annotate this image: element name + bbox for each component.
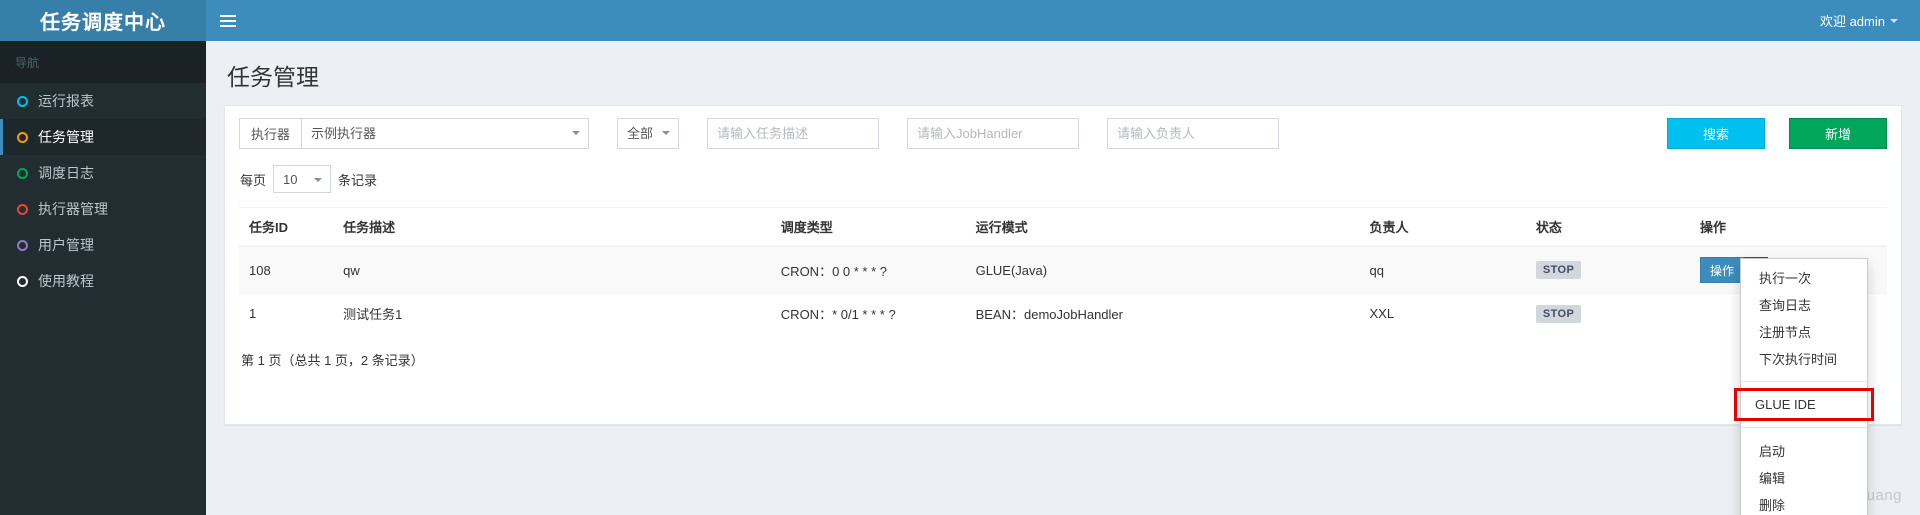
menu-item-next-run-time[interactable]: 下次执行时间 [1741,345,1867,372]
th-operation: 操作 [1689,207,1887,247]
circle-icon [17,239,28,251]
status-badge: STOP [1535,304,1582,323]
menu-divider [1741,427,1867,428]
cell-job-desc: qw [333,245,771,294]
menu-item-run-once[interactable]: 执行一次 [1741,264,1867,291]
sidebar-item-label: 用户管理 [38,237,94,253]
status-badge: STOP [1535,261,1582,279]
cell-job-desc: 测试任务1 [333,293,771,333]
circle-icon [17,95,28,107]
table-row: 108 qw CRON：0 0 * * * ? GLUE(Java) qq ST… [239,245,1887,294]
circle-icon [17,167,28,179]
sidebar: 导航 运行报表 任务管理 调度日志 执行器管理 用户管理 使用教程 [0,41,206,515]
status-select[interactable]: 全部 [617,118,680,149]
per-page-select[interactable]: 10 [273,165,332,193]
glue-ide-highlight-box: GLUE IDE [1734,388,1874,421]
executor-filter-group: 执行器 示例执行器 [239,118,590,149]
page-title: 任务管理 [227,64,319,90]
search-button[interactable]: 搜索 [1667,118,1765,149]
per-page-prefix: 每页 [240,172,267,188]
operation-dropdown-menu: 执行一次 查询日志 注册节点 下次执行时间 GLUE IDE 启动 编辑 删除 … [1734,258,1874,515]
job-desc-input[interactable] [707,118,880,149]
cell-status: STOP [1525,245,1690,294]
jobhandler-input[interactable] [907,118,1080,149]
sidebar-item-user-management[interactable]: 用户管理 [0,227,206,263]
sidebar-item-label: 执行器管理 [38,201,108,217]
menu-item-query-log[interactable]: 查询日志 [1741,291,1867,318]
menu-item-edit[interactable]: 编辑 [1741,464,1867,491]
cell-schedule-type: CRON：* 0/1 * * * ? [770,293,966,333]
menu-item-start[interactable]: 启动 [1741,437,1867,464]
app-logo[interactable]: 任务调度中心 [0,0,206,41]
cell-status: STOP [1525,293,1690,333]
sidebar-item-label: 任务管理 [38,129,94,145]
jobhandler-filter-group [907,118,1080,149]
sidebar-item-job-management[interactable]: 任务管理 [0,119,206,155]
th-schedule-type: 调度类型 [770,207,966,247]
menu-item-register-node[interactable]: 注册节点 [1741,318,1867,345]
per-page-control: 每页 10 条记录 [240,165,1887,193]
pagination-info: 第 1 页（总共 1 页，2 条记录） [241,353,424,368]
executor-select[interactable]: 示例执行器 [301,118,590,149]
th-owner: 负责人 [1359,207,1526,247]
sidebar-item-label: 使用教程 [38,273,94,289]
owner-input[interactable] [1107,118,1280,149]
th-job-desc: 任务描述 [333,207,771,247]
th-job-id: 任务ID [239,207,334,247]
cell-owner: XXL [1359,293,1526,333]
menu-divider [1741,381,1867,382]
cell-job-id: 1 [239,293,334,333]
per-page-select-wrap: 10 [273,165,332,193]
sidebar-item-run-report[interactable]: 运行报表 [0,83,206,119]
cell-schedule-type: CRON：0 0 * * * ? [770,245,966,294]
add-job-button[interactable]: 新增 [1789,118,1887,149]
sidebar-item-executor-management[interactable]: 执行器管理 [0,191,206,227]
circle-icon [17,131,28,143]
cell-job-id: 108 [239,245,334,294]
th-status: 状态 [1525,207,1690,247]
status-filter-group: 全部 [617,118,680,149]
job-table: 任务ID 任务描述 调度类型 运行模式 负责人 状态 操作 108 qw CRO… [239,207,1887,333]
table-row: 1 测试任务1 CRON：* 0/1 * * * ? BEAN：demoJobH… [239,293,1887,333]
menu-item-glue-ide[interactable]: GLUE IDE [1737,391,1871,418]
cell-owner: qq [1359,245,1526,294]
sidebar-item-schedule-log[interactable]: 调度日志 [0,155,206,191]
circle-icon [17,275,28,287]
job-panel: 执行器 示例执行器 全部 请输入任务描述 请输入JobHandler 请输入负责… [224,105,1902,425]
content-area: 任务管理 执行器 示例执行器 全部 请输入任务描述 请输入JobHandler … [206,41,1920,515]
operation-button[interactable]: 操作 [1699,257,1744,283]
top-header: 任务调度中心 欢迎 admin [0,0,1920,41]
cell-run-mode: BEAN：demoJobHandler [965,293,1360,333]
sidebar-toggle-icon[interactable] [206,0,250,41]
per-page-suffix: 条记录 [338,172,378,188]
user-menu[interactable]: 欢迎 admin [1820,11,1902,30]
desc-filter-group [707,118,880,149]
cell-run-mode: GLUE(Java) [965,245,1360,294]
owner-filter-group [1107,118,1280,149]
executor-select-wrap: 示例执行器 [301,118,590,149]
search-filter-bar: 执行器 示例执行器 全部 请输入任务描述 请输入JobHandler 请输入负责… [239,118,1887,149]
chevron-down-icon [1890,18,1898,23]
table-header-row: 任务ID 任务描述 调度类型 运行模式 负责人 状态 操作 [239,207,1887,247]
app-root: 任务调度中心 欢迎 admin 导航 运行报表 任务管理 调度日志 执行器管理 … [0,0,1920,515]
sidebar-section-label: 导航 [0,41,206,83]
menu-item-delete[interactable]: 删除 [1741,491,1867,515]
executor-label: 执行器 [239,118,302,149]
circle-icon [17,203,28,215]
user-menu-label: 欢迎 admin [1819,14,1885,29]
status-select-wrap: 全部 [617,118,680,149]
sidebar-item-tutorial[interactable]: 使用教程 [0,263,206,299]
navbar: 欢迎 admin [206,0,1920,41]
sidebar-item-label: 运行报表 [38,93,94,109]
sidebar-item-label: 调度日志 [38,165,94,181]
th-run-mode: 运行模式 [965,207,1360,247]
